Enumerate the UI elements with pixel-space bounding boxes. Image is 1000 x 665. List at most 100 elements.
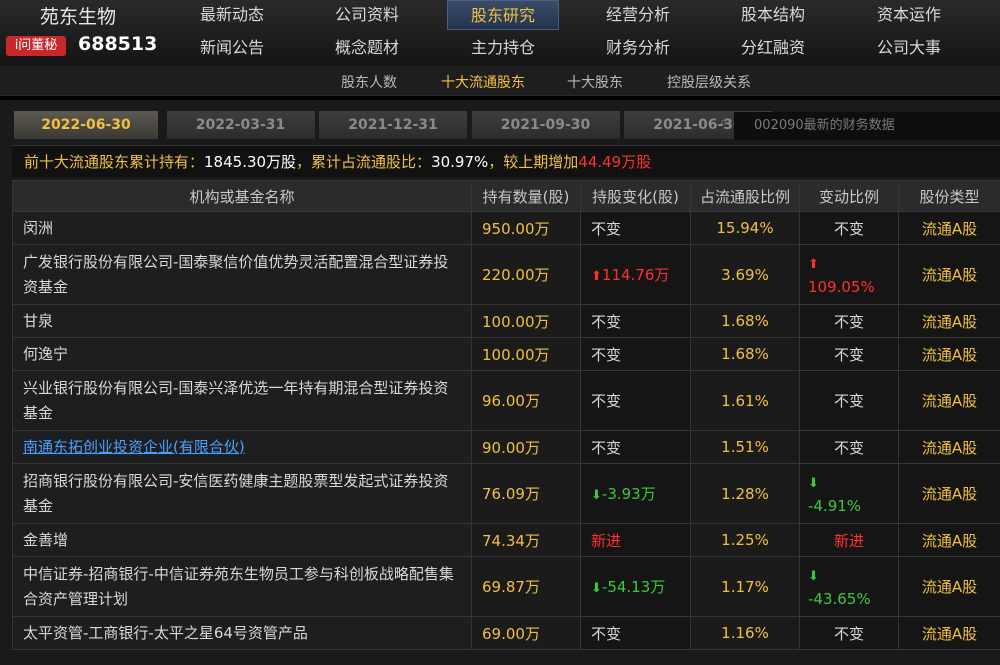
holding-change-value: 不变 <box>591 219 622 238</box>
date-tab-2[interactable]: 2022-03-31 <box>166 111 315 139</box>
date-tab-1[interactable]: 2022-06-30 <box>14 111 158 139</box>
column-header-1[interactable]: 机构或基金名称 <box>12 180 472 212</box>
table-row: 甘泉 100.00万 不变 1.68% 不变 流通A股 <box>12 304 1000 338</box>
column-header-5[interactable]: 变动比例 <box>799 180 899 212</box>
float-ratio: 1.68% <box>690 304 800 338</box>
nav-item-2-4[interactable]: 财务分析 <box>582 33 694 63</box>
holding-amount-value: 220.00万 <box>482 266 550 284</box>
summary-ratio: 30.97% <box>431 153 489 171</box>
holding-change-value: 不变 <box>591 438 622 457</box>
share-type-value: 流通A股 <box>921 392 978 410</box>
holding-change: ⬇-3.93万 <box>580 463 691 524</box>
holding-amount: 74.34万 <box>471 523 581 557</box>
holder-name: 广发银行股份有限公司-国泰聚信价值优势灵活配置混合型证券投资基金 <box>23 252 449 296</box>
nav-item-1-1[interactable]: 最新动态 <box>176 0 288 30</box>
summary-increase: 44.49万股 <box>578 153 652 171</box>
ask-secretary-button[interactable]: i问董秘 <box>6 36 66 56</box>
share-type: 流通A股 <box>898 523 1000 557</box>
holding-amount: 76.09万 <box>471 463 581 524</box>
float-ratio: 1.16% <box>690 616 800 650</box>
change-percent-value: 不变 <box>833 392 864 410</box>
nav-item-2-2[interactable]: 概念题材 <box>311 33 423 63</box>
arrow-down-icon: ⬇ <box>591 581 602 596</box>
holding-change-value: -54.13万 <box>601 578 666 596</box>
column-header-4[interactable]: 占流通股比例 <box>690 180 800 212</box>
table-row: 广发银行股份有限公司-国泰聚信价值优势灵活配置混合型证券投资基金 220.00万 ⬆… <box>12 244 1000 305</box>
holding-amount-value: 69.87万 <box>482 578 540 596</box>
nav-item-1-3[interactable]: 股东研究 <box>447 0 559 30</box>
holding-amount-value: 96.00万 <box>482 392 540 410</box>
holding-change-value: 不变 <box>591 312 622 331</box>
search-icon: ⌕ <box>720 115 728 130</box>
summary-shares: 1845.30万股 <box>204 153 297 171</box>
column-header-2[interactable]: 持有数量(股) <box>471 180 581 212</box>
summary-label-holding: 前十大流通股东累计持有： <box>24 153 205 171</box>
holder-name: 太平资管-工商银行-太平之星64号资管产品 <box>23 623 308 642</box>
float-ratio-value: 1.17% <box>721 577 769 596</box>
change-percent-value: 不变 <box>833 312 864 331</box>
holding-change: 不变 <box>580 211 691 245</box>
holder-name-cell: 兴业银行股份有限公司-国泰兴泽优选一年持有期混合型证券投资基金 <box>12 370 472 431</box>
subnav-item-1[interactable]: 股东人数 <box>341 72 397 92</box>
nav-item-1-5[interactable]: 股本结构 <box>717 0 829 30</box>
content-panel: 2022-06-30 2022-03-31 2021-12-31 2021-09-30… <box>0 100 1000 665</box>
share-type: 流通A股 <box>898 244 1000 305</box>
holder-name-cell: 广发银行股份有限公司-国泰聚信价值优势灵活配置混合型证券投资基金 <box>12 244 472 305</box>
column-header-6[interactable]: 股份类型 <box>898 180 1000 212</box>
nav-item-1-2[interactable]: 公司资料 <box>311 0 423 30</box>
table-row: 金善增 74.34万 新进 1.25% 新进 流通A股 <box>12 523 1000 557</box>
subnav-item-4[interactable]: 控股层级关系 <box>667 72 751 92</box>
nav-item-2-3[interactable]: 主力持仓 <box>447 33 559 63</box>
change-percent-value: -4.91% <box>808 496 862 515</box>
holding-change-value: -3.93万 <box>601 485 656 503</box>
holder-name-cell: 太平资管-工商银行-太平之星64号资管产品 <box>12 616 472 650</box>
holding-change-value: 不变 <box>591 345 622 364</box>
holder-name: 兴业银行股份有限公司-国泰兴泽优选一年持有期混合型证券投资基金 <box>23 378 449 422</box>
nav-item-1-4[interactable]: 经营分析 <box>582 0 694 30</box>
nav-item-2-5[interactable]: 分红融资 <box>717 33 829 63</box>
column-header-3[interactable]: 持股变化(股) <box>580 180 691 212</box>
date-tab-3[interactable]: 2021-12-31 <box>319 111 467 139</box>
holder-name[interactable]: 南通东拓创业投资企业(有限合伙) <box>23 438 245 456</box>
holding-amount-value: 100.00万 <box>482 345 550 364</box>
holder-name-cell: 金善增 <box>12 523 472 557</box>
share-type-value: 流通A股 <box>921 438 978 457</box>
share-type-value: 流通A股 <box>921 345 978 364</box>
nav-item-1-6[interactable]: 资本运作 <box>853 0 965 30</box>
share-type-value: 流通A股 <box>921 531 978 550</box>
change-percent-value: 不变 <box>833 624 864 643</box>
holder-name: 中信证券-招商银行-中信证券苑东生物员工参与科创板战略配售集合资产管理计划 <box>23 564 454 608</box>
float-ratio-value: 1.51% <box>721 438 769 456</box>
holding-change: ⬇-54.13万 <box>580 556 691 617</box>
arrow-down-icon: ⬇ <box>591 488 602 503</box>
share-type-value: 流通A股 <box>921 578 978 596</box>
share-type-value: 流通A股 <box>921 485 978 503</box>
summary-label-change: ，较上期增加 <box>488 153 579 171</box>
nav-item-2-6[interactable]: 公司大事 <box>853 33 965 63</box>
holding-change: 不变 <box>580 370 691 431</box>
share-type: 流通A股 <box>898 304 1000 338</box>
date-tab-4[interactable]: 2021-09-30 <box>471 111 620 139</box>
holder-name-cell: 甘泉 <box>12 304 472 338</box>
holding-change-value: 新进 <box>591 531 622 550</box>
arrow-down-icon: ⬇ <box>808 475 819 491</box>
change-percent-value: 新进 <box>833 531 864 550</box>
change-percent: 不变 <box>799 337 899 371</box>
holder-name-cell: 闵洲 <box>12 211 472 245</box>
float-ratio-value: 1.61% <box>721 391 769 410</box>
holding-amount-value: 90.00万 <box>482 438 540 457</box>
subnav-item-3[interactable]: 十大股东 <box>567 72 623 92</box>
subnav-item-2[interactable]: 十大流通股东 <box>441 72 525 92</box>
float-ratio: 1.61% <box>690 370 800 431</box>
nav-item-2-1[interactable]: 新闻公告 <box>176 33 288 63</box>
holding-change: 不变 <box>580 616 691 650</box>
holding-change: 不变 <box>580 304 691 338</box>
change-percent: ⬆ 109.05% <box>799 244 899 305</box>
table-row: 中信证券-招商银行-中信证券苑东生物员工参与科创板战略配售集合资产管理计划 69.… <box>12 556 1000 617</box>
holder-name-cell[interactable]: 南通东拓创业投资企业(有限合伙) <box>12 430 472 464</box>
holding-amount: 100.00万 <box>471 337 581 371</box>
search-input[interactable]: 002090最新的财务数据 <box>734 112 1000 140</box>
holding-amount-value: 950.00万 <box>482 219 550 238</box>
holding-change-value: 不变 <box>591 392 622 410</box>
table-row: 招商银行股份有限公司-安信医药健康主题股票型发起式证券投资基金 76.09万 ⬇-3… <box>12 463 1000 524</box>
